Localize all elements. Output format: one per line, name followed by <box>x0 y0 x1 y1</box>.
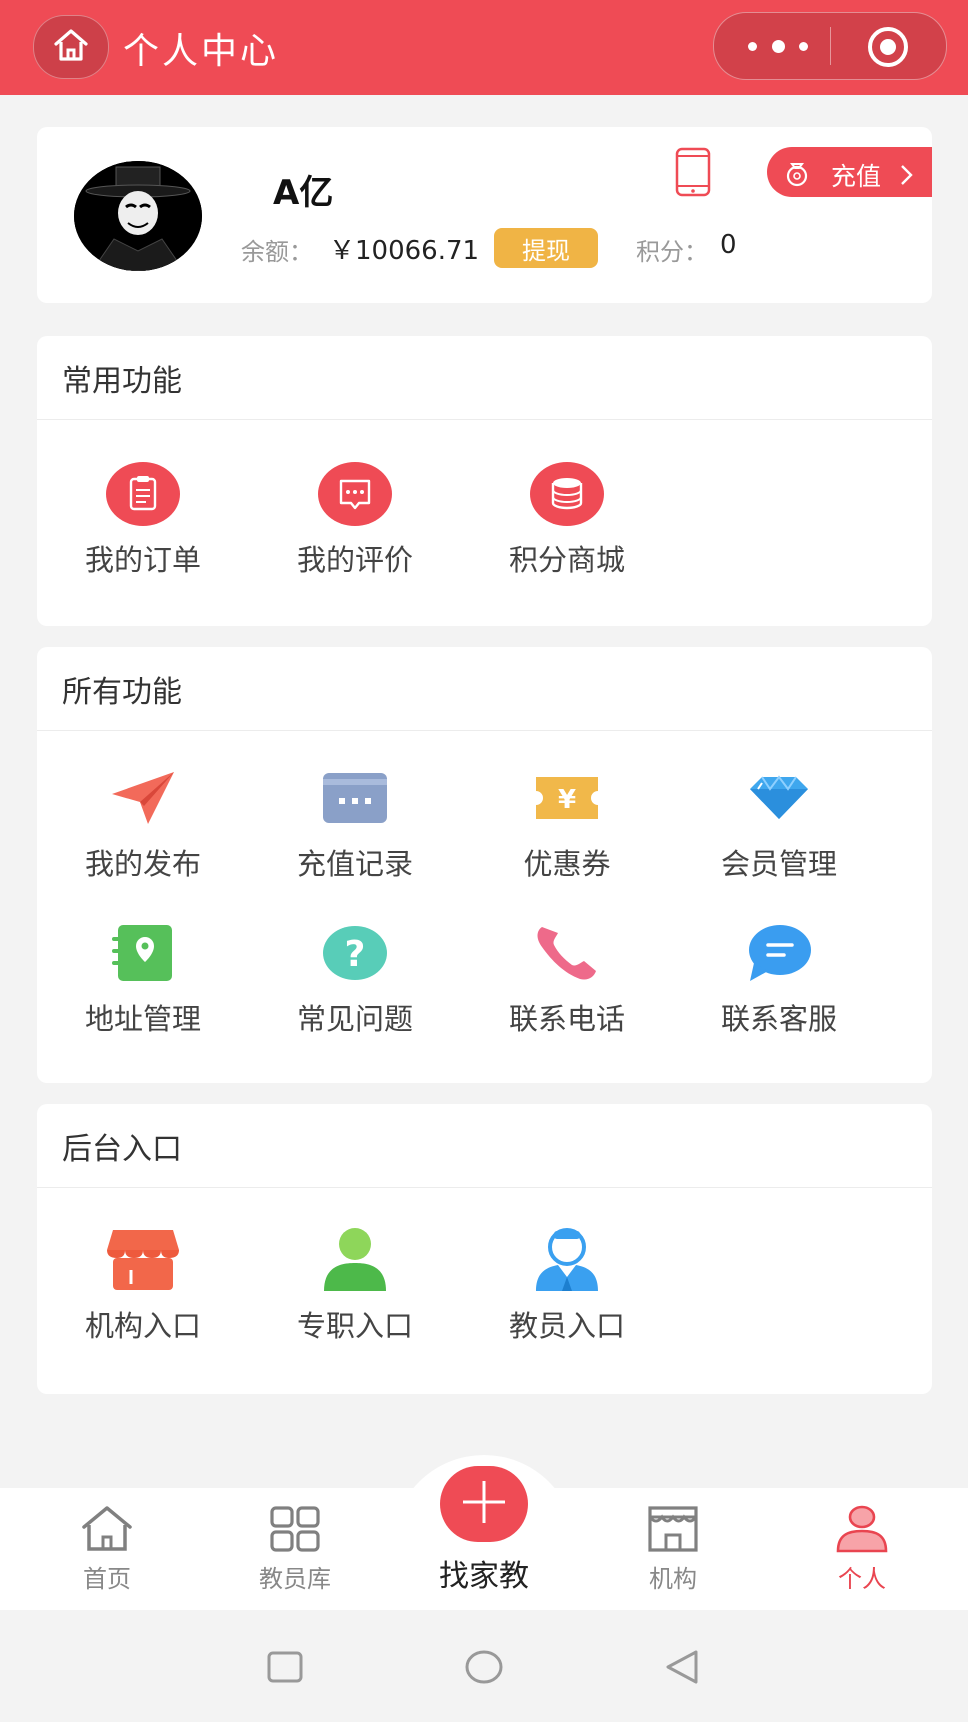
item-label: 优惠券 <box>523 847 611 881</box>
item-label: 联系电话 <box>508 1002 625 1036</box>
home-button[interactable] <box>33 15 109 79</box>
svg-text:?: ? <box>345 934 366 975</box>
withdraw-button[interactable]: 提现 <box>494 228 598 268</box>
chat-bubble-icon <box>673 918 885 988</box>
member-management-item[interactable]: 会员管理 <box>673 763 885 883</box>
paper-plane-icon <box>37 763 249 833</box>
coupons-item[interactable]: ¥ 优惠券 <box>461 763 673 883</box>
teacher-entry-item[interactable]: 教员入口 <box>461 1225 673 1345</box>
item-label: 会员管理 <box>720 847 837 881</box>
phone-call-icon <box>461 918 673 988</box>
item-label: 地址管理 <box>84 1002 201 1036</box>
mobile-phone-icon[interactable] <box>674 147 712 201</box>
order-clipboard-icon <box>37 459 249 529</box>
nav-teachers[interactable]: 教员库 <box>220 1505 370 1594</box>
mini-program-capsule <box>713 12 947 80</box>
item-label: 充值记录 <box>296 847 413 881</box>
my-orders-item[interactable]: 我的订单 <box>37 459 249 579</box>
page-title: 个人中心 <box>123 31 280 72</box>
diamond-icon <box>673 763 885 833</box>
home-icon <box>53 28 89 66</box>
recharge-button[interactable]: 充值 <box>767 147 932 197</box>
teacher-icon <box>461 1225 673 1295</box>
home-circle-icon[interactable] <box>464 1648 504 1690</box>
building-icon <box>647 1506 699 1557</box>
plus-icon <box>459 1477 509 1531</box>
person-green-icon <box>249 1225 461 1295</box>
person-icon <box>836 1505 888 1557</box>
shop-icon <box>37 1225 249 1295</box>
backend-entries-card: 后台入口 机构入口 专职入口 教员入口 <box>37 1104 932 1394</box>
balance-value: ￥10066.71 <box>329 236 480 266</box>
balance-label: 余额： <box>241 238 313 266</box>
chevron-right-icon <box>899 163 913 192</box>
points-label: 积分： <box>636 238 708 266</box>
item-label: 教员入口 <box>508 1309 625 1343</box>
contact-phone-item[interactable]: 联系电话 <box>461 918 673 1038</box>
review-message-icon <box>249 459 461 529</box>
svg-text:¥: ¥ <box>558 785 576 815</box>
avatar[interactable] <box>74 161 202 271</box>
capsule-divider <box>830 27 831 65</box>
top-bar: 个人中心 <box>0 0 968 95</box>
question-icon: ? <box>249 918 461 988</box>
nav-institution[interactable]: 机构 <box>598 1505 748 1594</box>
find-tutor-label[interactable]: 找家教 <box>384 1551 584 1595</box>
nav-label: 首页 <box>83 1565 131 1593</box>
item-label: 专职入口 <box>296 1309 413 1343</box>
customer-service-item[interactable]: 联系客服 <box>673 918 885 1038</box>
my-reviews-item[interactable]: 我的评价 <box>249 459 461 579</box>
more-dots-icon[interactable] <box>748 33 808 59</box>
username: A亿 <box>273 173 334 213</box>
all-functions-card: 所有功能 我的发布 充值记录 ¥ 优惠券 会员管理 地址管理 ? 常见问题 联系… <box>37 647 932 1083</box>
money-bag-icon <box>783 159 811 193</box>
recharge-label: 充值 <box>831 162 882 191</box>
home-outline-icon <box>80 1506 134 1557</box>
nav-personal[interactable]: 个人 <box>787 1505 937 1594</box>
item-label: 我的发布 <box>84 847 201 881</box>
system-nav-bar <box>0 1610 968 1722</box>
common-functions-card: 常用功能 我的订单 我的评价 积分商城 <box>37 336 932 626</box>
nav-label: 教员库 <box>259 1565 331 1593</box>
nav-home[interactable]: 首页 <box>32 1505 182 1594</box>
card-icon <box>249 763 461 833</box>
faq-item[interactable]: ? 常见问题 <box>249 918 461 1038</box>
address-management-item[interactable]: 地址管理 <box>37 918 249 1038</box>
section-title: 后台入口 <box>37 1104 932 1188</box>
points-value: 0 <box>720 230 737 260</box>
target-circle-icon[interactable] <box>866 25 910 73</box>
grid-apps-icon <box>269 1506 321 1557</box>
institution-entry-item[interactable]: 机构入口 <box>37 1225 249 1345</box>
nav-label: 个人 <box>838 1565 886 1593</box>
item-label: 机构入口 <box>84 1309 201 1343</box>
coupon-icon: ¥ <box>461 763 673 833</box>
section-title: 常用功能 <box>37 336 932 420</box>
nav-label: 机构 <box>649 1565 697 1593</box>
item-label: 联系客服 <box>720 1002 837 1036</box>
points-coins-icon <box>461 459 673 529</box>
recent-apps-icon[interactable] <box>266 1650 304 1688</box>
points-mall-item[interactable]: 积分商城 <box>461 459 673 579</box>
section-title: 所有功能 <box>37 647 932 731</box>
item-label: 我的评价 <box>296 543 413 577</box>
fulltime-entry-item[interactable]: 专职入口 <box>249 1225 461 1345</box>
address-book-icon <box>37 918 249 988</box>
profile-card: A亿 余额： ￥10066.71 提现 积分： 0 充值 <box>37 127 932 303</box>
my-posts-item[interactable]: 我的发布 <box>37 763 249 883</box>
find-tutor-button[interactable] <box>440 1466 528 1542</box>
back-triangle-icon[interactable] <box>662 1648 702 1690</box>
recharge-records-item[interactable]: 充值记录 <box>249 763 461 883</box>
item-label: 我的订单 <box>84 543 201 577</box>
item-label: 常见问题 <box>296 1002 413 1036</box>
item-label: 积分商城 <box>508 543 625 577</box>
